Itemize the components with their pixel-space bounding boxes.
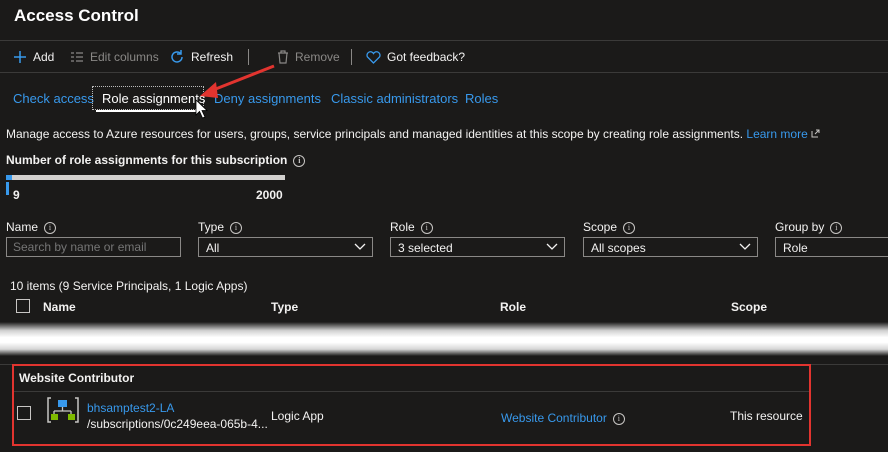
column-header-name[interactable]: Name — [43, 300, 76, 314]
search-input[interactable] — [6, 237, 181, 257]
feedback-label: Got feedback? — [387, 50, 466, 64]
highlight-box — [12, 364, 811, 446]
quota-max: 2000 — [256, 188, 283, 202]
edit-columns-label: Edit columns — [90, 50, 159, 64]
info-icon[interactable]: i — [230, 221, 243, 234]
quota-current: 9 — [13, 188, 20, 202]
add-button[interactable]: Add — [13, 48, 54, 66]
page-title: Access Control — [14, 6, 139, 25]
info-icon[interactable]: i — [623, 221, 636, 234]
column-header-scope[interactable]: Scope — [731, 300, 767, 314]
name-filter-label: Name i — [6, 220, 57, 234]
select-all-checkbox[interactable] — [16, 299, 30, 313]
toolbar-separator — [351, 49, 352, 65]
feedback-button[interactable]: Got feedback? — [366, 48, 465, 66]
role-filter-label: Role i — [390, 220, 433, 234]
info-icon[interactable]: i — [293, 154, 306, 167]
scope-filter-label: Scope i — [583, 220, 636, 234]
chevron-down-icon — [739, 243, 751, 250]
info-icon[interactable]: i — [44, 221, 57, 234]
heart-icon — [366, 50, 381, 64]
redacted-rows — [0, 322, 888, 356]
type-filter-label: Type i — [198, 220, 243, 234]
description-text: Manage access to Azure resources for use… — [6, 127, 744, 141]
chevron-down-icon — [354, 243, 366, 250]
column-header-type[interactable]: Type — [271, 300, 298, 314]
type-select[interactable]: All — [198, 237, 373, 257]
tab-classic-administrators[interactable]: Classic administrators — [331, 91, 458, 106]
remove-label: Remove — [295, 50, 340, 64]
info-icon[interactable]: i — [420, 221, 433, 234]
group-by-select[interactable]: Role — [775, 237, 888, 257]
quota-heading: Number of role assignments for this subs… — [6, 153, 306, 167]
description: Manage access to Azure resources for use… — [6, 127, 820, 141]
tab-check-access[interactable]: Check access — [13, 91, 94, 106]
group-by-filter-label: Group by i — [775, 220, 843, 234]
scope-select[interactable]: All scopes — [583, 237, 758, 257]
info-icon[interactable]: i — [830, 221, 843, 234]
remove-button[interactable]: Remove — [277, 48, 340, 66]
toolbar-divider — [0, 72, 888, 73]
refresh-icon — [171, 50, 183, 63]
column-header-role[interactable]: Role — [500, 300, 526, 314]
external-link-icon — [811, 129, 820, 138]
plus-icon — [14, 51, 26, 63]
learn-more-link[interactable]: Learn more — [746, 127, 820, 141]
annotation-arrow-icon — [195, 64, 275, 119]
quota-marker — [6, 182, 9, 195]
edit-columns-button[interactable]: Edit columns — [70, 48, 159, 66]
chevron-down-icon — [546, 243, 558, 250]
active-tab-indicator — [96, 110, 202, 112]
quota-progress-fill — [6, 175, 12, 180]
header-divider — [0, 40, 888, 41]
add-label: Add — [33, 50, 55, 64]
columns-icon — [71, 52, 83, 62]
role-select[interactable]: 3 selected — [390, 237, 565, 257]
items-summary: 10 items (9 Service Principals, 1 Logic … — [10, 279, 248, 293]
tab-roles[interactable]: Roles — [465, 91, 498, 106]
quota-progress-track — [6, 175, 285, 180]
